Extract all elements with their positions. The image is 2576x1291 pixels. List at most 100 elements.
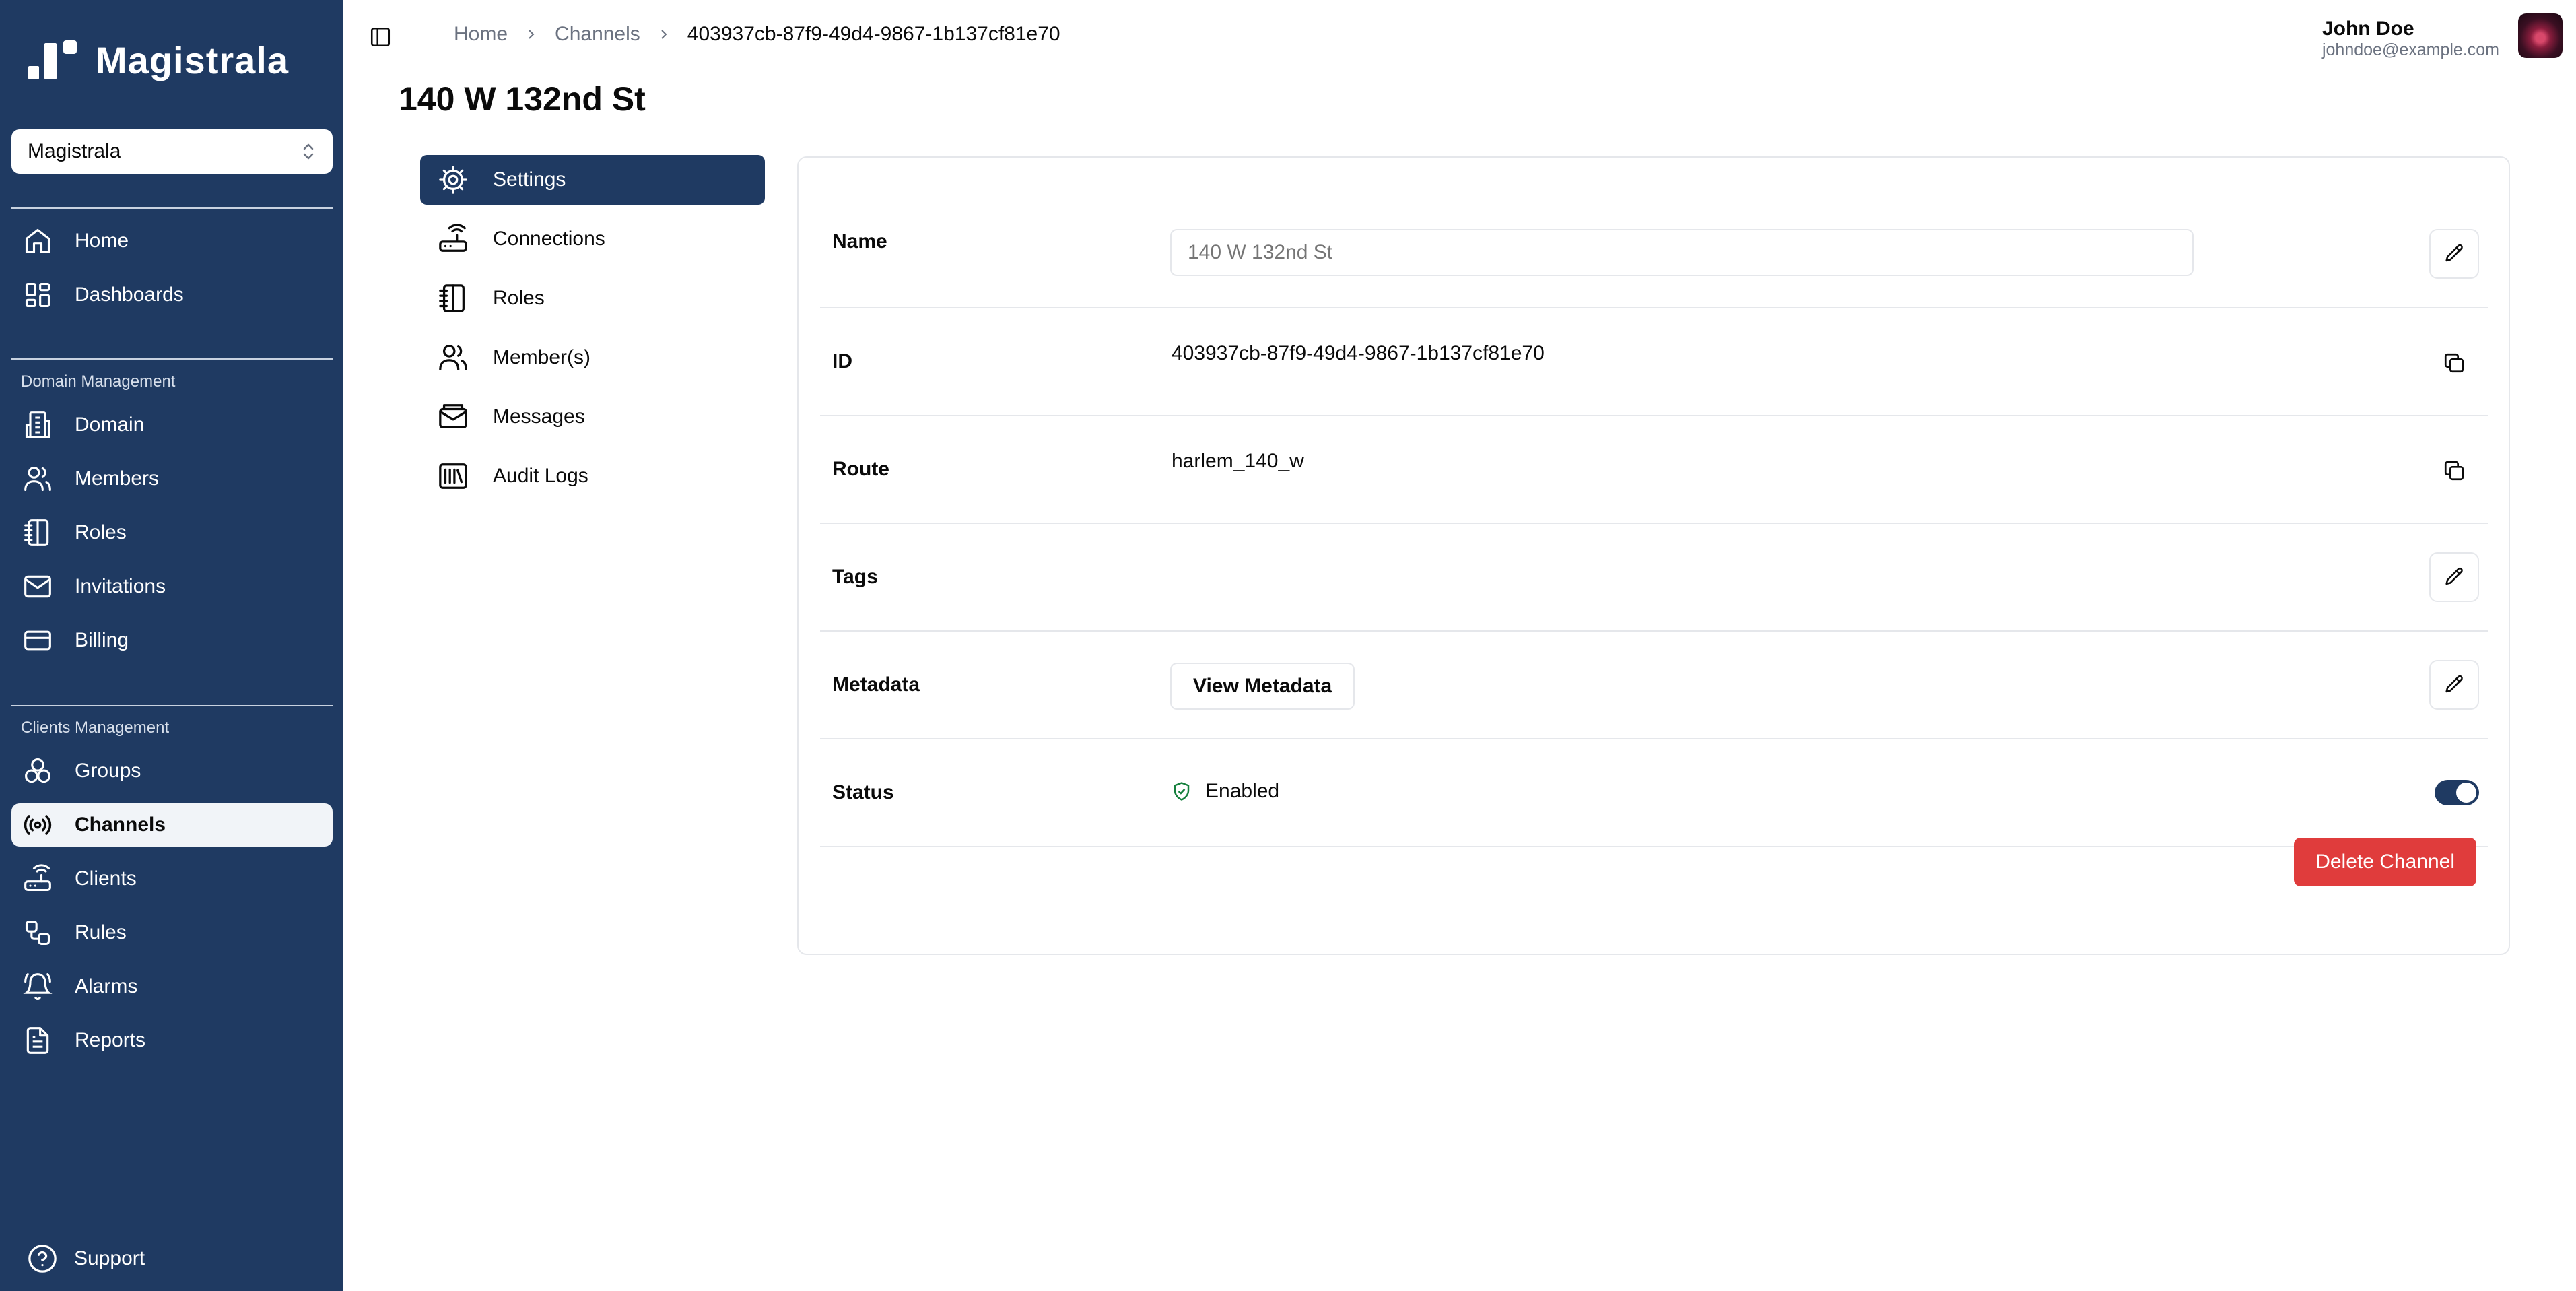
sidebar-item-reports[interactable]: Reports: [11, 1019, 333, 1062]
sidebar: Magistrala Magistrala Home Dashboards Do…: [0, 0, 343, 1291]
breadcrumb: Home Channels 403937cb-87f9-49d4-9867-1b…: [454, 23, 1060, 46]
tab-label: Messages: [493, 405, 585, 428]
home-icon: [21, 224, 55, 258]
edit-metadata-button[interactable]: [2429, 660, 2479, 710]
user-email: johndoe@example.com: [2321, 40, 2499, 59]
toggle-knob: [2456, 783, 2476, 803]
tags-label: Tags: [832, 566, 878, 588]
sidebar-item-label: Roles: [75, 521, 127, 543]
chevron-right-icon: [661, 30, 667, 39]
user-name: John Doe: [2321, 18, 2414, 40]
sidebar-toggle-button[interactable]: [369, 26, 392, 48]
breadcrumb-channels[interactable]: Channels: [555, 23, 640, 46]
tab-label: Connections: [493, 228, 605, 250]
mail-open-icon: [436, 400, 470, 434]
mail-icon: [21, 570, 55, 603]
sidebar-item-label: Clients: [75, 867, 137, 890]
sidebar-item-clients[interactable]: Clients: [11, 857, 333, 900]
pencil-icon: [2445, 567, 2463, 585]
dashboard-icon: [21, 278, 55, 312]
sidebar-divider: [11, 705, 333, 706]
sidebar-item-channels[interactable]: Channels: [11, 803, 333, 847]
bell-icon: [21, 970, 55, 1003]
view-metadata-button[interactable]: View Metadata: [1170, 663, 1355, 710]
tab-members[interactable]: Member(s): [420, 333, 765, 383]
sidebar-item-label: Invitations: [75, 575, 166, 597]
tab-label: Audit Logs: [493, 465, 588, 487]
library-icon: [436, 459, 470, 493]
sidebar-item-groups[interactable]: Groups: [11, 750, 333, 793]
app-logo[interactable]: Magistrala: [27, 39, 289, 81]
copy-id-button[interactable]: [2436, 345, 2472, 381]
magistrala-logo-icon: [28, 40, 77, 79]
credit-card-icon: [21, 624, 55, 657]
sidebar-group-domain-management: Domain Management: [21, 372, 176, 391]
route-label: Route: [832, 458, 889, 480]
copy-icon: [2444, 353, 2464, 373]
tab-roles[interactable]: Roles: [420, 273, 765, 323]
avatar[interactable]: [2518, 13, 2563, 58]
support-link[interactable]: Support: [27, 1243, 145, 1274]
sidebar-item-label: Home: [75, 230, 129, 252]
domain-selector[interactable]: Magistrala: [11, 129, 333, 174]
sidebar-item-domain[interactable]: Domain: [11, 403, 333, 446]
sidebar-item-alarms[interactable]: Alarms: [11, 965, 333, 1008]
settings-row-metadata: Metadata View Metadata: [820, 632, 2488, 739]
sidebar-item-billing[interactable]: Billing: [11, 619, 333, 662]
delete-channel-button[interactable]: Delete Channel: [2294, 838, 2476, 886]
sidebar-item-label: Billing: [75, 629, 129, 651]
sidebar-item-label: Groups: [75, 760, 141, 782]
status-value: Enabled: [1205, 780, 1280, 802]
breadcrumb-home[interactable]: Home: [454, 23, 508, 46]
sidebar-item-label: Dashboards: [75, 284, 184, 306]
metadata-label: Metadata: [832, 673, 920, 696]
tab-settings[interactable]: Settings: [420, 155, 765, 205]
panel-left-icon: [370, 27, 391, 47]
sidebar-item-roles[interactable]: Roles: [11, 511, 333, 554]
sidebar-group-clients-management: Clients Management: [21, 719, 170, 737]
sidebar-divider: [11, 207, 333, 209]
id-value: 403937cb-87f9-49d4-9867-1b137cf81e70: [1172, 342, 1545, 364]
copy-route-button[interactable]: [2436, 453, 2472, 489]
sidebar-item-home[interactable]: Home: [11, 220, 333, 263]
sidebar-item-label: Channels: [75, 814, 166, 836]
tab-label: Member(s): [493, 346, 591, 368]
settings-icon: [436, 163, 470, 197]
user-menu[interactable]: John Doe johndoe@example.com: [2322, 18, 2499, 59]
sidebar-item-label: Members: [75, 467, 160, 490]
sidebar-item-rules[interactable]: Rules: [11, 911, 333, 954]
tab-label: Settings: [493, 168, 566, 191]
sidebar-item-members[interactable]: Members: [11, 457, 333, 500]
sidebar-item-dashboards[interactable]: Dashboards: [11, 273, 333, 317]
radio-icon: [21, 808, 55, 842]
tab-audit-logs[interactable]: Audit Logs: [420, 451, 765, 501]
status-toggle[interactable]: [2435, 780, 2479, 805]
name-field[interactable]: [1170, 229, 2194, 276]
status-label: Status: [832, 781, 894, 803]
tab-connections[interactable]: Connections: [420, 214, 765, 264]
workflow-icon: [21, 916, 55, 950]
page-title: 140 W 132nd St: [399, 80, 646, 118]
sidebar-item-label: Rules: [75, 921, 127, 944]
groups-icon: [21, 754, 55, 788]
sidebar-divider: [11, 358, 333, 360]
settings-row-tags: Tags: [820, 524, 2488, 632]
notebook-icon: [21, 516, 55, 550]
route-value: harlem_140_w: [1172, 450, 1304, 472]
sidebar-item-invitations[interactable]: Invitations: [11, 565, 333, 608]
pencil-icon: [2445, 244, 2463, 262]
edit-name-button[interactable]: [2429, 229, 2479, 279]
sidebar-item-label: Domain: [75, 413, 145, 436]
file-text-icon: [21, 1024, 55, 1057]
tab-label: Roles: [493, 287, 545, 309]
edit-tags-button[interactable]: [2429, 552, 2479, 602]
settings-row-name: Name: [820, 176, 2488, 308]
status-badge: Enabled: [1172, 780, 1279, 803]
breadcrumb-current: 403937cb-87f9-49d4-9867-1b137cf81e70: [687, 23, 1060, 45]
tab-messages[interactable]: Messages: [420, 392, 765, 442]
users-icon: [436, 341, 470, 374]
router-icon: [436, 222, 470, 256]
domain-selector-value: Magistrala: [28, 140, 121, 162]
support-label: Support: [74, 1247, 145, 1269]
app-name: Magistrala: [96, 38, 289, 81]
